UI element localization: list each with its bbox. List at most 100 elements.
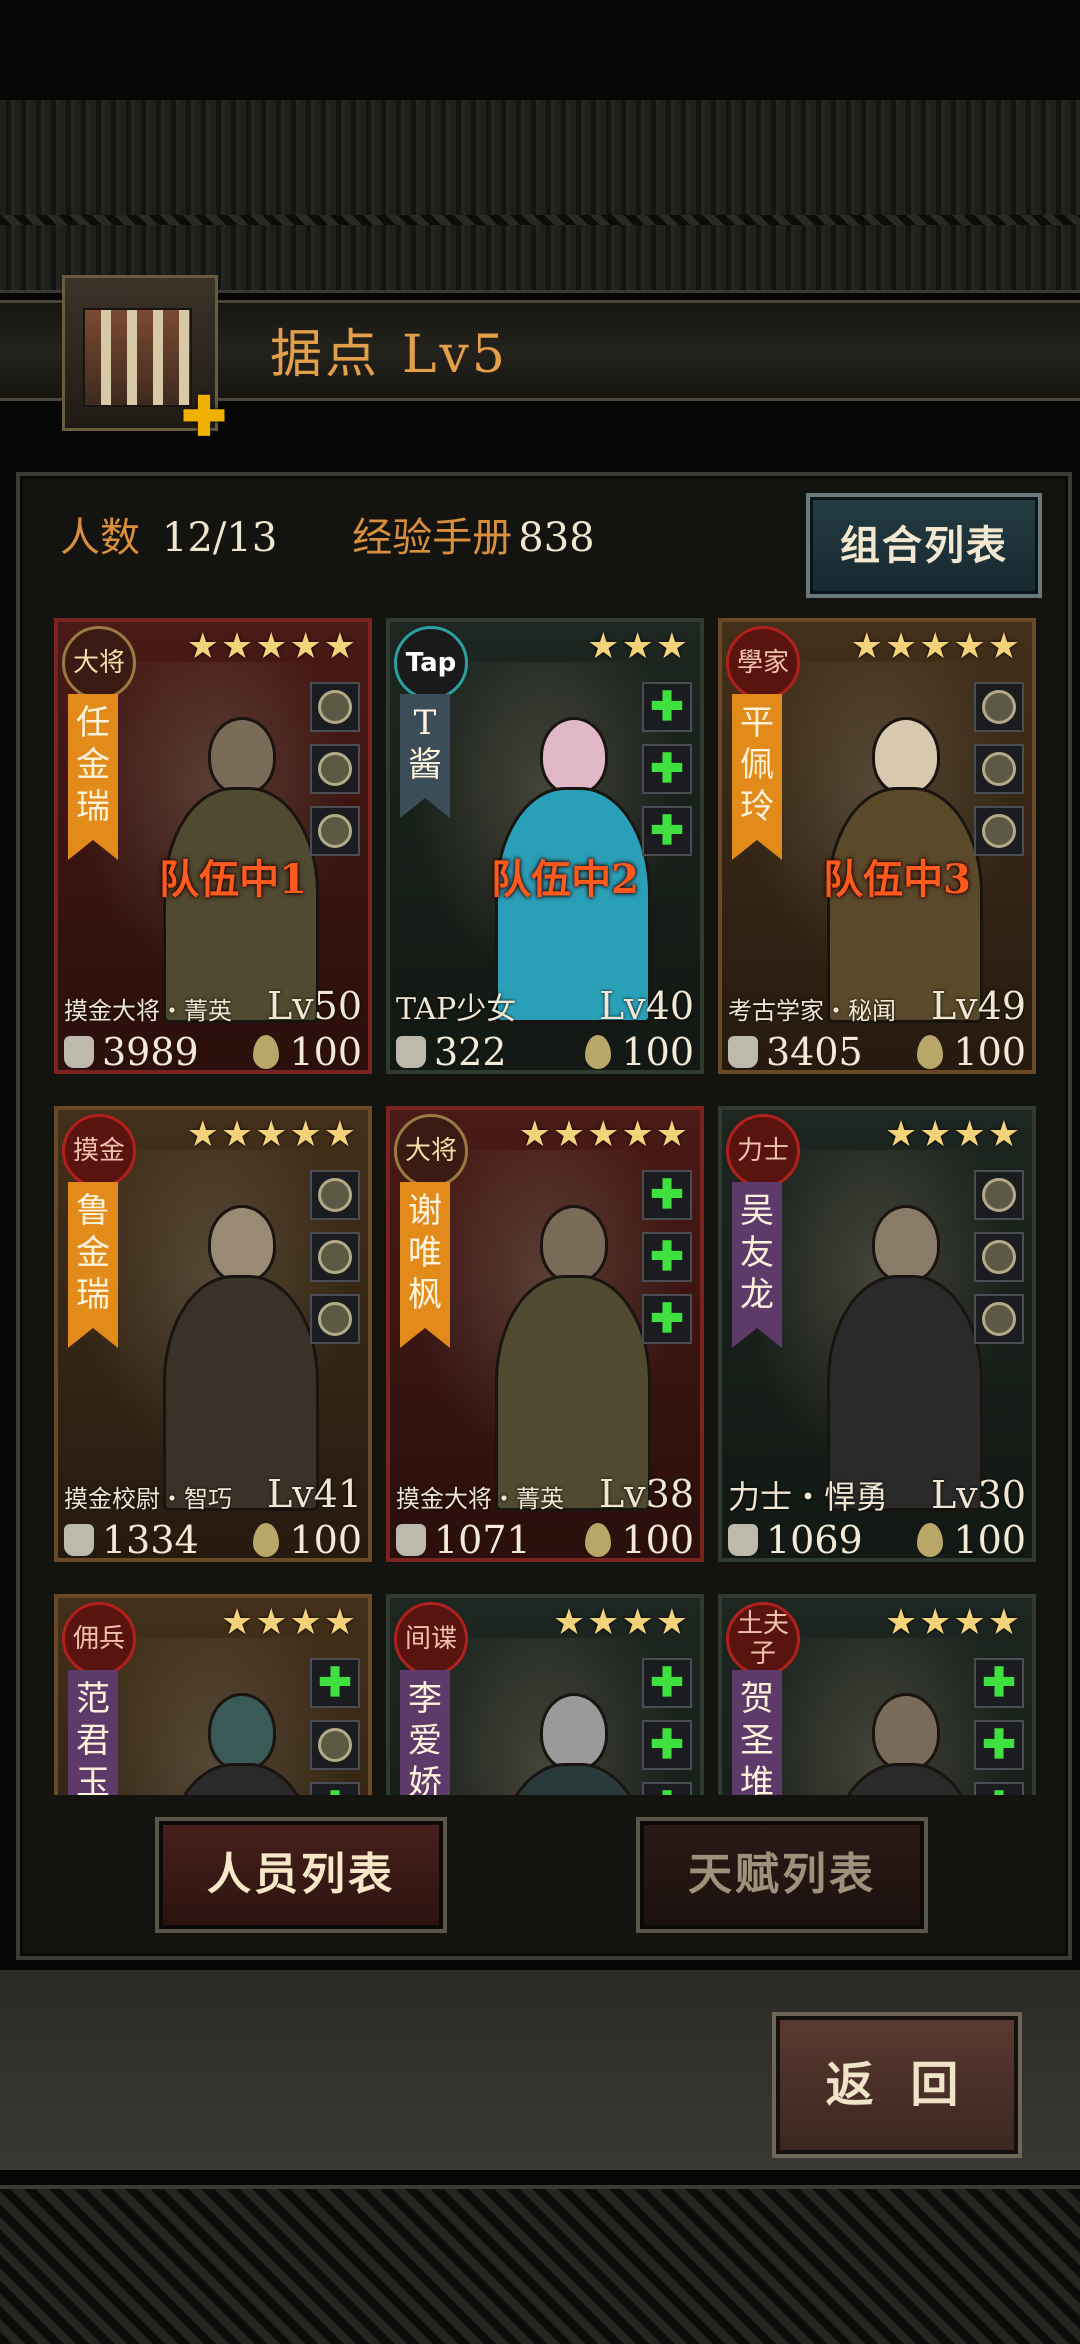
character-name: 谢唯枫 [400,1182,450,1348]
rank-badge-icon: 间谍 [394,1602,468,1676]
character-card[interactable]: ★★★★★ 大将 任金瑞 队伍中1 摸金大将・菁英 Lv50 3989 100 [54,618,372,1074]
character-name: 吴友龙 [732,1182,782,1348]
upgrade-plus-icon[interactable]: ✚ [181,389,227,443]
character-card[interactable]: ★★★ Tap T酱 ✚ ✚ ✚ 队伍中2 TAP少女 Lv40 322 100 [386,618,704,1074]
fist-icon [396,1524,426,1556]
star-rating: ★★★★★ [518,1114,690,1155]
ring-icon [318,1178,352,1212]
character-card[interactable]: ★★★★ 佣兵 范君玉 ✚ ✚ [54,1594,372,1795]
fist-icon [64,1524,94,1556]
character-card[interactable]: ★★★★ 土夫子 贺圣堆 ✚ ✚ ✚ [718,1594,1036,1795]
stamina-value: 100 [289,1030,362,1074]
add-equipment-button[interactable]: ✚ [310,1782,360,1795]
tab-personnel-list[interactable]: 人员列表 [155,1817,447,1933]
equipment-slots [310,682,360,868]
equipment-slots [974,1170,1024,1356]
equipment-slot[interactable] [974,682,1024,732]
rank-badge-icon: 大将 [394,1114,468,1188]
add-equipment-button[interactable]: ✚ [642,744,692,794]
equipment-slot[interactable] [974,1294,1024,1344]
plus-icon: ✚ [982,1787,1016,1796]
armor-icon [982,814,1016,848]
equipment-slot[interactable] [310,1294,360,1344]
add-equipment-button[interactable]: ✚ [642,1782,692,1795]
character-grid[interactable]: ★★★★★ 大将 任金瑞 队伍中1 摸金大将・菁英 Lv50 3989 100 ★… [36,610,1046,1795]
character-card[interactable]: ★★★★ 力士 吴友龙 力士・悍勇 Lv30 1069 100 [718,1106,1036,1562]
equipment-slots [974,682,1024,868]
add-equipment-button[interactable]: ✚ [642,1658,692,1708]
character-class: 摸金大将・菁英 [396,1485,564,1513]
plus-icon: ✚ [318,1787,352,1796]
jade-icon [982,690,1016,724]
equipment-slot[interactable] [974,1170,1024,1220]
plus-icon: ✚ [650,1171,684,1218]
power-value: 322 [434,1030,507,1074]
stamina-drop-icon [585,1523,612,1557]
gauntlet-icon [982,1240,1016,1274]
equipment-slot[interactable] [310,682,360,732]
star-rating: ★★★★★ [186,626,358,667]
character-portrait [78,1150,348,1511]
character-class: 摸金校尉・智巧 [64,1485,232,1513]
add-equipment-button[interactable]: ✚ [642,682,692,732]
character-class: TAP少女 [396,992,517,1027]
bottom-decoration [0,2185,1080,2344]
character-card[interactable]: ★★★★★ 學家 平佩玲 队伍中3 考古学家・秘闻 Lv49 3405 100 [718,618,1036,1074]
equipment-slot[interactable] [310,1720,360,1770]
character-name: 任金瑞 [68,694,118,860]
star-rating: ★★★★ [884,1602,1022,1643]
gear-icon [318,752,352,786]
power-value: 1071 [434,1518,531,1562]
character-portrait [742,662,1012,1023]
add-equipment-button[interactable]: ✚ [642,1294,692,1344]
equipment-slot[interactable] [310,1170,360,1220]
add-equipment-button[interactable]: ✚ [974,1782,1024,1795]
star-rating: ★★★★ [220,1602,358,1643]
plus-icon: ✚ [982,1659,1016,1706]
equipment-slot[interactable] [310,744,360,794]
character-portrait [410,662,680,1023]
add-equipment-button[interactable]: ✚ [974,1658,1024,1708]
plus-icon: ✚ [650,1233,684,1280]
base-title-label: 据点 [270,325,381,385]
stats-row: 人数 12/13 经验手册 838 [60,505,595,563]
gauntlet-icon [982,752,1016,786]
equipment-slots: ✚ ✚ ✚ [642,682,692,868]
equipment-slots: ✚ ✚ ✚ [974,1658,1024,1795]
base-building-icon[interactable]: ✚ [62,275,227,443]
character-card[interactable]: ★★★★★ 大将 谢唯枫 ✚ ✚ ✚ 摸金大将・菁英 Lv38 1071 100 [386,1106,704,1562]
star-rating: ★★★★★ [186,1114,358,1155]
character-card[interactable]: ★★★★★ 摸金 鲁金瑞 摸金校尉・智巧 Lv41 1334 100 [54,1106,372,1562]
plus-icon: ✚ [650,745,684,792]
team-tag: 队伍中2 [491,856,639,903]
add-equipment-button[interactable]: ✚ [642,1720,692,1770]
character-level: Lv40 [598,984,694,1028]
add-equipment-button[interactable]: ✚ [974,1720,1024,1770]
character-level: Lv50 [266,984,362,1028]
power-value: 3405 [766,1030,863,1074]
equipment-slots: ✚ ✚ ✚ [642,1658,692,1795]
back-button[interactable]: 返 回 [772,2012,1022,2158]
power-value: 1069 [766,1518,863,1562]
team-tag: 队伍中1 [159,856,307,903]
compass-icon [318,690,352,724]
equipment-slots: ✚ ✚ ✚ [642,1170,692,1356]
ring-icon [318,814,352,848]
character-card[interactable]: ★★★★ 间谍 李爱娇 ✚ ✚ ✚ [386,1594,704,1795]
character-name: 贺圣堆 [732,1670,782,1795]
character-name: 平佩玲 [732,694,782,860]
fist-icon [728,1524,758,1556]
equipment-slot[interactable] [310,1232,360,1282]
plus-icon: ✚ [650,1787,684,1796]
equipment-slot[interactable] [974,744,1024,794]
base-level: Lv5 [402,325,509,385]
add-equipment-button[interactable]: ✚ [642,1232,692,1282]
equipment-slot[interactable] [974,1232,1024,1282]
tab-talent-list[interactable]: 天赋列表 [636,1817,928,1933]
add-equipment-button[interactable]: ✚ [642,1170,692,1220]
fist-icon [64,1036,94,1068]
star-rating: ★★★★ [884,1114,1022,1155]
add-equipment-button[interactable]: ✚ [310,1658,360,1708]
exp-book-label: 经验手册 [352,515,513,561]
combo-list-button[interactable]: 组合列表 [806,493,1042,598]
